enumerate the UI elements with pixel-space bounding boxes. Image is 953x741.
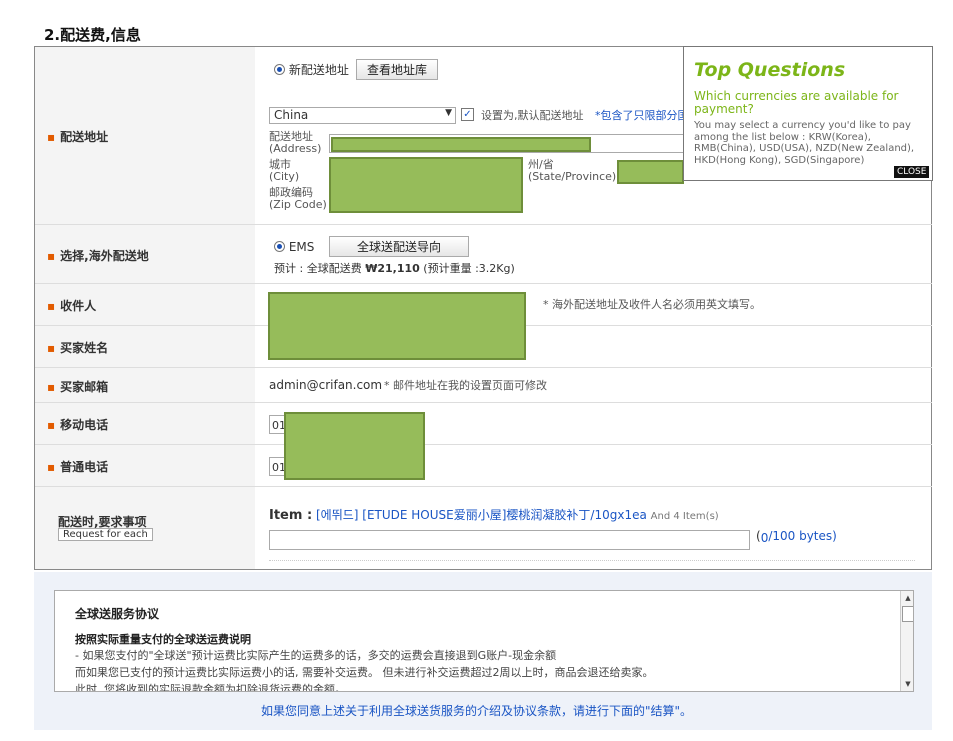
ems-option[interactable]: EMS: [274, 240, 314, 254]
default-address-checkbox[interactable]: ✓: [461, 108, 474, 121]
redacted-block: [331, 137, 591, 152]
state-field-label: 州/省 (State/Province): [528, 158, 617, 183]
buyer-name-row-label: ▪ 买家姓名: [47, 341, 109, 355]
row-divider: [35, 367, 932, 368]
default-address-label: 设置为,默认配送地址: [481, 109, 584, 122]
email-row-label: ▪ 买家邮箱: [47, 380, 109, 394]
faq-close-button[interactable]: CLOSE: [894, 166, 930, 178]
zip-field-label: 邮政编码 (Zip Code): [269, 186, 327, 211]
section-title: 2.配送费,信息: [44, 26, 141, 44]
row-divider: [35, 486, 932, 487]
mobile-row-label: ▪ 移动电话: [47, 418, 109, 432]
row-divider: [35, 444, 932, 445]
agreement-scrollbox[interactable]: 全球送服务协议 按照实际重量支付的全球送运费说明 - 如果您支付的"全球送"预计…: [54, 590, 914, 692]
recipient-row-label: ▪ 收件人: [47, 299, 97, 313]
phone-row-label: ▪ 普通电话: [47, 460, 109, 474]
faq-title: Top Questions: [694, 59, 846, 81]
dotted-divider: [269, 560, 915, 561]
view-address-book-button[interactable]: 查看地址库: [356, 59, 439, 80]
shipping-estimate: 预计 : 全球配送费 ₩21,110 (预计重量 :3.2Kg): [274, 262, 515, 275]
request-for-each-button[interactable]: Request for each: [58, 528, 153, 541]
default-address-note: *包含了只限部分国: [595, 109, 683, 122]
row-divider: [35, 224, 932, 225]
scrollbar[interactable]: ▲ ▼: [900, 591, 913, 691]
scroll-up-icon[interactable]: ▲: [901, 594, 913, 602]
new-address-option[interactable]: 新配送地址: [274, 61, 349, 78]
scroll-down-icon[interactable]: ▼: [901, 680, 913, 688]
agreement-subtitle: 按照实际重量支付的全球送运费说明: [75, 633, 251, 646]
city-field-label: 城市 (City): [269, 158, 300, 183]
state-input[interactable]: [617, 160, 684, 184]
recipient-and-buyer-name-input[interactable]: [268, 292, 526, 360]
shipping-row-label: ▪ 选择,海外配送地: [47, 249, 149, 263]
request-input[interactable]: [269, 530, 750, 550]
scroll-thumb[interactable]: [901, 606, 913, 622]
item-line: Item : [에뛰드] [ETUDE HOUSE爱丽小屋]樱桃润凝胶补丁/10…: [269, 508, 719, 523]
buyer-email-value: admin@crifan.com: [269, 378, 383, 392]
address-field-label: 配送地址 (Address): [269, 130, 322, 155]
row-divider: [35, 402, 932, 403]
row-divider: [35, 283, 932, 284]
agreement-note: 如果您同意上述关于利用全球送货服务的介绍及协议条款，请进行下面的"结算"。: [260, 704, 693, 718]
agreement-line: - 如果您支付的"全球送"预计运费比实际产生的运费多的话，多交的运费会直接退到G…: [75, 649, 557, 662]
faq-answer: You may select a currency you'd like to …: [694, 120, 915, 166]
recipient-note: * 海外配送地址及收件人名必须用英文填写。: [543, 298, 761, 311]
agreement-line: 此时, 您将收到的实际退款金额为扣除退货运费的金额。: [75, 683, 346, 692]
redacted-block: [284, 412, 425, 480]
byte-counter: (0/100 bytes): [756, 529, 837, 545]
country-select[interactable]: China ▼: [269, 107, 456, 124]
chevron-down-icon: ▼: [445, 108, 452, 118]
email-note: * 邮件地址在我的设置页面可修改: [384, 379, 547, 392]
radio-selected-icon[interactable]: [274, 64, 285, 75]
shipping-guide-button[interactable]: 全球送配送导向: [329, 236, 469, 257]
agreement-title: 全球送服务协议: [75, 607, 160, 621]
faq-question: Which currencies are available for payme…: [694, 89, 899, 116]
city-input[interactable]: [329, 157, 523, 213]
faq-popup: Top Questions Which currencies are avail…: [683, 46, 933, 181]
radio-selected-icon[interactable]: [274, 241, 285, 252]
address-row-label: ▪ 配送地址: [47, 130, 109, 144]
item-link[interactable]: [에뛰드] [ETUDE HOUSE爱丽小屋]樱桃润凝胶补丁/10gx1ea: [316, 508, 647, 522]
agreement-line: 而如果您已支付的预计运费比实际运费小的话, 需要补交运费。 但未进行补交运费超过…: [75, 666, 654, 679]
